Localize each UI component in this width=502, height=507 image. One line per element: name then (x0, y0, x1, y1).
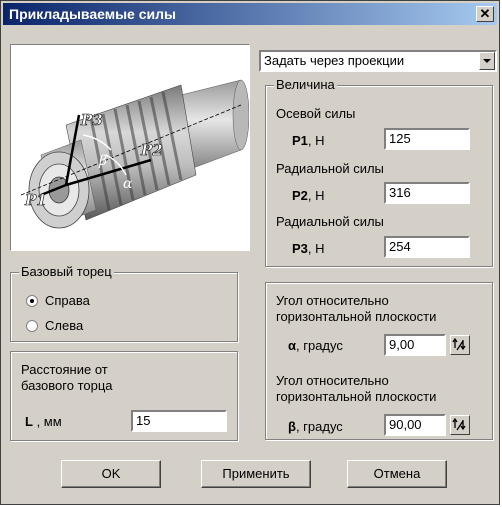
p2-label: P2, Н (292, 188, 325, 203)
radio-right-label[interactable]: Справа (45, 293, 90, 308)
radio-selected-dot (30, 299, 34, 303)
distance-caption-2: базового торца (21, 378, 113, 393)
alpha-input[interactable]: 9,00 (384, 334, 446, 356)
radio-left-label[interactable]: Слева (45, 318, 83, 333)
p3-caption: Радиальной силы (276, 214, 384, 229)
beta-spin-button[interactable] (450, 415, 470, 435)
label-p1: P1 (24, 191, 47, 209)
mode-select-value: Задать через проекции (264, 53, 405, 68)
close-icon: ✕ (479, 6, 491, 21)
alpha-caption-2: горизонтальной плоскости (276, 309, 437, 324)
spin-arrows-icon (452, 337, 466, 351)
mode-select[interactable]: Задать через проекции (259, 50, 497, 72)
magnitude-group: Величина Осевой силы P1, Н 125 Радиально… (265, 77, 493, 267)
distance-caption-1: Расстояние от (21, 362, 108, 377)
angles-group: Угол относительно горизонтальной плоскос… (265, 282, 493, 440)
close-button[interactable]: ✕ (476, 6, 494, 22)
radio-right-button[interactable] (26, 295, 38, 307)
distance-input[interactable]: 15 (131, 410, 227, 432)
beta-label: β, градус (288, 419, 343, 434)
alpha-spin-button[interactable] (450, 335, 470, 355)
base-face-group: Базовый торец Справа Слева (10, 264, 238, 342)
label-p2: P2 (140, 141, 163, 159)
label-alpha: α (123, 176, 133, 192)
distance-group: Расстояние от базового торца L , мм 15 (10, 351, 238, 441)
p1-label: P1, Н (292, 133, 325, 148)
p3-label: P3, Н (292, 241, 325, 256)
alpha-caption-1: Угол относительно (276, 293, 389, 308)
p1-input[interactable]: 125 (384, 128, 470, 150)
beta-caption-1: Угол относительно (276, 373, 389, 388)
p2-caption: Радиальной силы (276, 161, 384, 176)
p3-input[interactable]: 254 (384, 236, 470, 258)
label-p3: P3 (80, 111, 103, 129)
beta-input[interactable]: 90,00 (384, 414, 446, 436)
chevron-down-glyph (483, 59, 491, 63)
beta-caption-2: горизонтальной плоскости (276, 389, 437, 404)
gear-illustration: P1 P2 P3 β α (10, 44, 250, 251)
radio-left-button[interactable] (26, 320, 38, 332)
ok-button[interactable]: OK (61, 460, 161, 488)
gear-shaft-image: P1 P2 P3 β α (20, 79, 250, 229)
p1-caption: Осевой силы (276, 106, 356, 121)
title-bar[interactable]: Прикладываемые силы ✕ (3, 3, 497, 25)
cancel-button[interactable]: Отмена (347, 460, 447, 488)
base-face-legend: Базовый торец (19, 264, 114, 279)
label-beta: β (98, 153, 107, 169)
apply-button[interactable]: Применить (201, 460, 311, 488)
p2-input[interactable]: 316 (384, 182, 470, 204)
chevron-down-icon[interactable] (479, 52, 495, 70)
dialog-window: Прикладываемые силы ✕ P1 P2 P3 β α Базов… (0, 0, 500, 505)
magnitude-legend: Величина (274, 77, 337, 92)
window-title: Прикладываемые силы (9, 6, 176, 22)
alpha-label: α, градус (288, 338, 343, 353)
distance-symbol: L , мм (25, 414, 62, 429)
spin-arrows-icon (452, 417, 466, 431)
